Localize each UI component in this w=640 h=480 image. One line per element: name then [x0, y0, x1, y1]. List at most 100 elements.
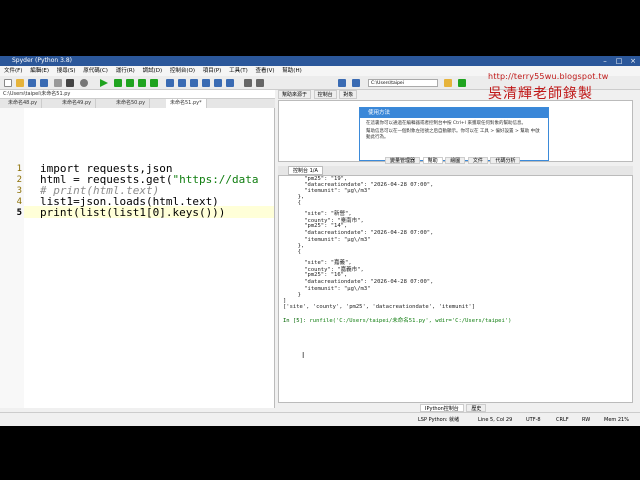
run-cell-advance-icon[interactable]: [126, 79, 134, 87]
window-title: Spyder (Python 3.8): [12, 57, 72, 64]
ipython-console[interactable]: "pm25": "19", "datacreationdate": "2026-…: [278, 175, 633, 403]
maximize-pane-icon[interactable]: [244, 79, 252, 87]
working-directory-input[interactable]: C:\Users\taipei: [368, 79, 438, 87]
menu-source[interactable]: 原代碼(C): [83, 68, 108, 74]
parent-dir-icon[interactable]: [458, 79, 466, 87]
status-memory: Mem 21%: [604, 417, 629, 423]
editor-tabs: 未命名48.py 未命名49.py 未命名50.py 未命名51.py*: [0, 99, 275, 108]
console-output-line: "pm25": "16",: [291, 272, 348, 278]
help-pane: 使用方法 在這裏你可以通過在編輯器或者控制台中按 Ctrl+I 來獲取任何對象的…: [278, 100, 633, 162]
back-icon[interactable]: [338, 79, 346, 87]
tab-ipython-console[interactable]: IPython控制台: [420, 404, 464, 412]
tab-help[interactable]: 幫助: [422, 157, 443, 164]
tab-history[interactable]: 歷史: [466, 404, 487, 412]
step-into-icon[interactable]: [190, 79, 198, 87]
usage-title: 使用方法: [360, 108, 548, 118]
continue-icon[interactable]: [214, 79, 222, 87]
watermark-signature: 吳清輝老師錄製: [488, 86, 593, 102]
step-icon[interactable]: [178, 79, 186, 87]
stop-debug-icon[interactable]: [226, 79, 234, 87]
menu-search[interactable]: 搜尋(S): [57, 68, 76, 74]
settings-icon[interactable]: [256, 79, 264, 87]
console-bottom-tabs: IPython控制台 歷史: [420, 404, 487, 412]
status-encoding: UTF-8: [526, 417, 541, 423]
line-number: 4: [16, 197, 22, 207]
tab-files[interactable]: 文件: [467, 157, 488, 164]
code-line-2-url: "https://data: [172, 173, 259, 186]
debug-icon[interactable]: [166, 79, 174, 87]
tab-file-49[interactable]: 未命名49.py: [58, 99, 97, 108]
tab-variable-explorer[interactable]: 變量管理器: [385, 157, 421, 164]
console-output-line: "datacreationdate": "2026-04-28 07:00",: [291, 230, 434, 236]
console-tabs: 控制台 1/A: [278, 166, 633, 175]
console-input-line: In [5]: runfile('C:/Users/taipei/未命名51.p…: [283, 316, 511, 324]
close-icon[interactable]: ×: [626, 56, 640, 66]
console-output-line: "pm25": "14",: [291, 223, 348, 229]
minimize-icon[interactable]: –: [598, 56, 612, 66]
maximize-icon[interactable]: □: [612, 56, 626, 66]
text-cursor-icon: I: [302, 351, 305, 360]
profile-icon[interactable]: [80, 79, 88, 87]
code-editor[interactable]: 1 2 3 4 5 import requests,json html = re…: [0, 108, 275, 408]
tab-file-48[interactable]: 未命名48.py: [4, 99, 43, 108]
status-rw: RW: [582, 417, 591, 423]
tab-code-analysis[interactable]: 代碼分析: [490, 157, 521, 164]
status-bar: LSP Python: 就绪 Line 5, Col 29 UTF-8 CRLF…: [0, 412, 640, 426]
help-console-select[interactable]: 控制台: [313, 90, 337, 99]
browse-folder-icon[interactable]: [444, 79, 452, 87]
menu-tools[interactable]: 工具(T): [229, 68, 248, 74]
menu-help[interactable]: 幫助(H): [282, 68, 301, 74]
tab-file-51[interactable]: 未命名51.py*: [166, 99, 207, 108]
save-all-icon[interactable]: [40, 79, 48, 87]
status-eol: CRLF: [556, 417, 569, 423]
status-position: Line 5, Col 29: [478, 417, 513, 423]
console-prompt: In [5]:: [283, 318, 307, 324]
console-result-line: ['site', 'county', 'pm25', 'datacreation…: [283, 304, 476, 310]
tab-file-50[interactable]: 未命名50.py: [112, 99, 151, 108]
open-file-icon[interactable]: [16, 79, 24, 87]
console-scrollbar[interactable]: [632, 176, 633, 403]
console-output-line: {: [291, 200, 301, 206]
tab-plots[interactable]: 繪圖: [445, 157, 466, 164]
console-output-line: }: [291, 292, 301, 298]
menu-edit[interactable]: 編輯(E): [30, 68, 49, 74]
line-number: 1: [16, 164, 22, 174]
usage-body: 在這裏你可以通過在編輯器或者控制台中按 Ctrl+I 來獲取任何對象的幫助信息。…: [360, 118, 548, 144]
usage-box: 使用方法 在這裏你可以通過在編輯器或者控制台中按 Ctrl+I 來獲取任何對象的…: [359, 107, 549, 161]
watermark: http://terry55wu.blogspot.tw 吳清輝老師錄製: [488, 72, 638, 103]
line-number: 5: [16, 208, 22, 218]
line-number: 3: [16, 186, 22, 196]
console-command: runfile('C:/Users/taipei/未命名51.py', wdir…: [309, 318, 512, 324]
watermark-url: http://terry55wu.blogspot.tw: [488, 72, 609, 81]
run-cell-icon[interactable]: [114, 79, 122, 87]
preferences-icon[interactable]: [54, 79, 62, 87]
help-object-label: 對象: [339, 90, 358, 99]
tab-console-1[interactable]: 控制台 1/A: [288, 166, 323, 175]
status-lsp: LSP Python: 就绪: [418, 417, 460, 423]
spyder-window: Spyder (Python 3.8) – □ × 文件(F) 編輯(E) 搜尋…: [0, 56, 640, 426]
step-return-icon[interactable]: [202, 79, 210, 87]
line-gutter: 1 2 3 4 5: [0, 108, 24, 408]
run-icon[interactable]: [100, 79, 108, 87]
console-output-line: "datacreationdate": "2026-04-28 07:00",: [291, 279, 434, 285]
menu-console[interactable]: 控制台(O): [170, 68, 195, 74]
menu-run[interactable]: 運行(R): [116, 68, 135, 74]
python-path-icon[interactable]: [66, 79, 74, 87]
inspector-tabs: 變量管理器 幫助 繪圖 文件 代碼分析: [385, 157, 521, 164]
run-line-icon[interactable]: [150, 79, 158, 87]
console-output-line: "itemunit": "μg\/m3": [291, 286, 371, 292]
usage-text-1: 在這裏你可以通過在編輯器或者控制台中按 Ctrl+I 來獲取任何對象的幫助信息。: [366, 121, 526, 126]
menu-file[interactable]: 文件(F): [4, 68, 22, 74]
console-output-line: {: [291, 249, 301, 255]
menu-debug[interactable]: 調試(D): [143, 68, 163, 74]
editor-path: C:\Users\taipei\未命名51.py: [0, 90, 275, 99]
new-file-icon[interactable]: [4, 79, 12, 87]
title-bar: Spyder (Python 3.8) – □ ×: [0, 56, 640, 66]
run-selection-icon[interactable]: [138, 79, 146, 87]
menu-project[interactable]: 項目(P): [203, 68, 222, 74]
menu-view[interactable]: 查看(V): [255, 68, 274, 74]
line-number: 2: [16, 175, 22, 185]
forward-icon[interactable]: [352, 79, 360, 87]
save-icon[interactable]: [28, 79, 36, 87]
usage-text-2: 幫助信息可以在一個對象左括號之后自動顯示。你可以在 工具 > 偏好設置 > 幫助…: [366, 129, 540, 140]
